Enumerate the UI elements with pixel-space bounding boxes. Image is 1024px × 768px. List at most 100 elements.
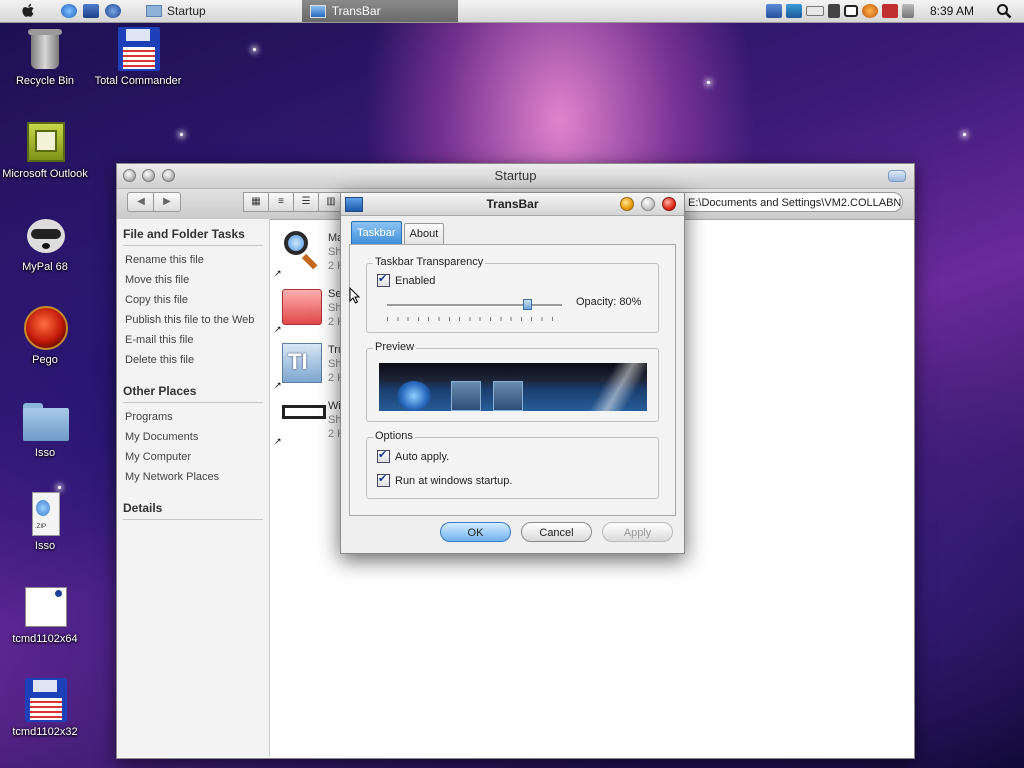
move-file-link[interactable]: Move this file: [125, 270, 263, 290]
spotlight-search-icon[interactable]: [996, 3, 1012, 19]
file-item[interactable]: Wi Sho 2 K ↗: [274, 393, 348, 447]
transbar-dialog: TransBar Taskbar About Taskbar Transpare…: [340, 192, 685, 554]
monitor-icon[interactable]: [827, 4, 840, 18]
copy-file-link[interactable]: Copy this file: [125, 290, 263, 310]
close-icon[interactable]: [662, 197, 676, 211]
desktop-icon-tcmd32[interactable]: tcmd1102x32: [0, 678, 90, 738]
shortcut-arrow-icon: ↗: [274, 436, 282, 446]
opacity-slider[interactable]: [387, 299, 562, 310]
red-folder-icon: [280, 285, 322, 327]
list-view-button[interactable]: ≡: [268, 192, 294, 212]
desktop-icon-isso-folder[interactable]: Isso: [0, 399, 90, 459]
recycle-bin-icon: [23, 27, 67, 71]
tab-taskbar[interactable]: Taskbar: [351, 221, 402, 244]
details-view-button[interactable]: ☰: [293, 192, 319, 212]
desktop-icon-mypal[interactable]: MyPal 68: [0, 213, 90, 273]
installer-window-icon: [23, 585, 67, 629]
battery-icon[interactable]: [843, 5, 858, 17]
sidebar-heading-other-places[interactable]: Other Places: [123, 384, 263, 403]
delete-file-link[interactable]: Delete this file: [125, 350, 263, 370]
toolbar-toggle-icon[interactable]: [888, 170, 906, 182]
minimize-icon[interactable]: [142, 169, 155, 182]
checkbox-box: [377, 448, 390, 463]
run-at-startup-checkbox[interactable]: Run at windows startup.: [377, 472, 512, 487]
tab-about[interactable]: About: [403, 223, 445, 244]
zip-file-icon: .ZIP: [23, 492, 67, 536]
my-computer-link[interactable]: My Computer: [125, 447, 263, 467]
icon-view-button[interactable]: ▦: [243, 192, 269, 212]
taskbar-item-startup[interactable]: Startup: [138, 0, 214, 22]
internet-explorer-icon[interactable]: [61, 4, 77, 18]
forward-button[interactable]: ▶: [153, 192, 181, 212]
clock[interactable]: 8:39 AM: [930, 4, 974, 18]
settings-icon[interactable]: [881, 4, 898, 18]
search-tool-icon[interactable]: [861, 4, 878, 18]
sidebar-heading-details[interactable]: Details: [123, 501, 263, 520]
star: [707, 81, 710, 84]
magnifier-icon: [280, 229, 322, 271]
close-icon[interactable]: [123, 169, 136, 182]
desktop-icon-isso-zip[interactable]: .ZIP Isso: [0, 492, 90, 552]
address-text: E:\Documents and Settings\VM2.COLLABNE: [688, 197, 903, 209]
desktop-icon-outlook[interactable]: Microsoft Outlook: [0, 120, 90, 180]
cancel-button[interactable]: Cancel: [521, 522, 592, 542]
desktop-icon-recycle-bin[interactable]: Recycle Bin: [0, 27, 90, 87]
options-group: Options Auto apply. Run at windows start…: [366, 430, 659, 499]
file-item[interactable]: TI Tru Sho 2 K ↗: [274, 337, 348, 391]
slider-thumb[interactable]: [522, 299, 532, 310]
address-bar[interactable]: E:\Documents and Settings\VM2.COLLABNE: [665, 192, 903, 212]
auto-apply-checkbox[interactable]: Auto apply.: [377, 448, 449, 463]
desktop-icon-tcmd64[interactable]: tcmd1102x64: [0, 585, 90, 645]
show-desktop-icon[interactable]: [83, 4, 99, 18]
outlook-icon: [23, 120, 67, 164]
enabled-checkbox[interactable]: Enabled: [377, 272, 435, 287]
group-label: Options: [373, 430, 415, 442]
floppy-disk-icon: [116, 27, 160, 71]
email-file-link[interactable]: E-mail this file: [125, 330, 263, 350]
preview-task-button: [451, 381, 481, 411]
transparency-group: Taskbar Transparency Enabled Opacity: 80…: [366, 256, 659, 333]
programs-link[interactable]: Programs: [125, 407, 263, 427]
media-player-icon[interactable]: [105, 4, 121, 18]
file-item[interactable]: Sel Sho 2 K ↗: [274, 281, 348, 335]
chart-icon[interactable]: [785, 4, 802, 18]
apply-button[interactable]: Apply: [602, 522, 673, 542]
maximize-icon[interactable]: [641, 197, 655, 211]
dialog-tabs: Taskbar About: [351, 221, 446, 244]
group-label: Preview: [373, 341, 417, 353]
explorer-titlebar[interactable]: Startup: [117, 164, 914, 189]
publish-file-link[interactable]: Publish this file to the Web: [125, 310, 263, 330]
apple-menu[interactable]: [0, 0, 58, 22]
keyboard-icon[interactable]: [805, 6, 824, 16]
ok-button[interactable]: OK: [440, 522, 511, 542]
file-item[interactable]: Ma Sho 2 K ↗: [274, 225, 348, 279]
checkbox-box: [377, 472, 390, 487]
start-orb-icon: [397, 381, 431, 411]
dialog-titlebar[interactable]: TransBar: [341, 193, 684, 216]
volume-icon[interactable]: [901, 4, 914, 18]
desktop-icon-pego[interactable]: Pego: [0, 306, 90, 366]
my-network-places-link[interactable]: My Network Places: [125, 467, 263, 487]
sidebar-heading-file-tasks[interactable]: File and Folder Tasks: [123, 227, 263, 246]
taskbar-item-transbar[interactable]: TransBar: [301, 0, 458, 22]
folder-icon: [23, 399, 69, 443]
taskbar-item-label: Startup: [167, 4, 206, 18]
red-orb-icon: [23, 306, 68, 350]
back-button[interactable]: ◀: [127, 192, 155, 212]
rename-file-link[interactable]: Rename this file: [125, 250, 263, 270]
desktop-icon-label: Isso: [34, 447, 56, 459]
desktop-icon-label: Recycle Bin: [15, 75, 75, 87]
network-icon[interactable]: [765, 4, 782, 18]
dialog-title: TransBar: [486, 197, 539, 211]
desktop-icon-total-commander[interactable]: Total Commander: [93, 27, 183, 87]
group-label: Taskbar Transparency: [373, 256, 486, 268]
preview-task-button: [493, 381, 523, 411]
truecrypt-icon: TI: [280, 341, 322, 383]
floppy-disk-icon: [23, 678, 67, 722]
mouse-cursor-icon: [349, 287, 361, 304]
my-documents-link[interactable]: My Documents: [125, 427, 263, 447]
minimize-icon[interactable]: [620, 197, 634, 211]
zoom-icon[interactable]: [162, 169, 175, 182]
task-sidebar: File and Folder Tasks Rename this file M…: [117, 219, 270, 757]
system-tray: 8:39 AM: [764, 0, 1024, 22]
